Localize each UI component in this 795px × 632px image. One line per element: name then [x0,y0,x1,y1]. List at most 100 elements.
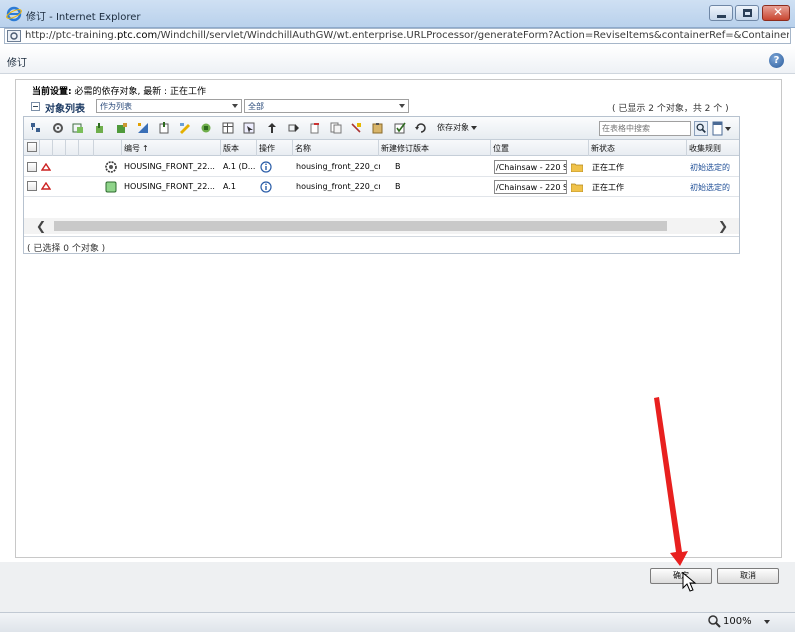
location-input[interactable]: /Chainsaw - 220 S [494,180,567,194]
add-green-icon[interactable] [116,122,128,134]
chevron-down-icon [232,104,238,108]
header-actions[interactable]: 操作 [256,140,292,156]
table-search-input[interactable] [600,122,690,135]
move-up-icon[interactable] [266,122,278,134]
header-new-revision[interactable]: 新建修订版本 [378,140,490,156]
table-view-icon[interactable] [222,122,234,134]
collapse-icon[interactable] [31,102,40,111]
header-name[interactable]: 名称 [292,140,378,156]
refresh-green-icon[interactable] [200,122,212,134]
row-name: housing_front_220_cn [296,162,380,171]
ok-button[interactable]: 确定 [650,568,712,584]
table-search-box[interactable] [599,121,691,136]
address-bar[interactable]: http://ptc-training.ptc.com/Windchill/se… [4,28,791,44]
status-triangle-icon [41,163,51,171]
chevron-down-icon [471,125,477,130]
expand-structure-icon[interactable] [30,122,42,134]
info-icon[interactable] [260,181,272,193]
info-icon[interactable] [260,161,272,173]
gear-part-icon [105,161,117,173]
zoom-level[interactable]: 100% [723,616,752,627]
address-url[interactable]: http://ptc-training.ptc.com/Windchill/se… [25,30,789,41]
table-header: 编号 ↑ 版本 操作 名称 新建修订版本 位置 新状态 收集规则 [24,140,739,156]
window-title: 修订 - Internet Explorer [26,12,141,23]
row-new-state: 正在工作 [592,163,624,172]
row-version: A.1 (D... [223,162,256,171]
select-grid-icon[interactable] [243,122,255,134]
row-number[interactable]: HOUSING_FRONT_22... [124,157,220,177]
header-col-share [78,140,92,156]
gear-icon[interactable] [52,122,64,134]
row-new-revision: B [395,162,401,171]
ie-icon [6,6,22,22]
maximize-button[interactable] [735,5,759,21]
add-part-icon[interactable] [94,122,106,134]
page-gear-icon [7,30,21,42]
row-new-state: 正在工作 [592,183,624,192]
help-icon[interactable]: ? [769,53,784,68]
zoom-icon[interactable] [707,614,721,628]
row-checkbox[interactable] [27,162,37,172]
folder-icon[interactable] [571,183,583,192]
object-count: ( 已显示 2 个对象，共 2 个 ) [612,104,729,114]
page-header: 修订 [0,46,795,74]
cut-icon[interactable] [350,122,362,134]
header-collection-rule[interactable]: 收集规则 [686,140,739,156]
add-document-icon[interactable] [158,122,170,134]
dependents-menu-label: 依存对象 [437,123,469,132]
close-window-button[interactable]: ✕ [762,5,790,21]
search-icon[interactable] [694,121,708,136]
location-input[interactable]: /Chainsaw - 220 S [494,160,567,174]
object-list-title: 对象列表 [45,104,85,115]
scroll-right-icon[interactable]: ❯ [718,219,728,233]
row-collection-rule[interactable]: 初始选定的 [690,157,738,177]
header-new-state[interactable]: 新状态 [588,140,686,156]
header-number[interactable]: 编号 ↑ [121,140,219,156]
cancel-button[interactable]: 取消 [717,568,779,584]
row-collection-rule[interactable]: 初始选定的 [690,177,738,197]
copy-icon[interactable] [330,122,342,134]
header-col-type [93,140,121,156]
refresh-icon[interactable] [415,122,427,134]
row-version: A.1 [223,182,236,191]
insert-icon[interactable] [288,122,300,134]
table-toolbar: 依存对象 [24,117,739,140]
filter-select[interactable]: 全部 [244,99,409,113]
header-location[interactable]: 位置 [490,140,588,156]
header-select-all [24,140,38,156]
status-bar [0,612,795,632]
scrollbar-thumb[interactable] [54,221,667,231]
table-row[interactable]: HOUSING_FRONT_22... A.1 housing_front_22… [24,177,739,197]
sort-ascending-icon: ↑ [142,144,149,153]
drawing-icon[interactable] [137,122,149,134]
minimize-button[interactable] [709,5,733,21]
paste-icon[interactable] [372,122,384,134]
row-name: housing_front_220_cn... [296,182,380,191]
filter-select-value: 全部 [248,102,264,111]
row-checkbox[interactable] [27,181,37,191]
scroll-left-icon[interactable]: ❮ [36,219,46,233]
status-triangle-icon [41,182,51,190]
chevron-down-icon[interactable] [764,620,770,624]
pencil-edit-icon[interactable] [179,122,191,134]
row-number[interactable]: HOUSING_FRONT_22... [124,177,220,197]
close-icon: ✕ [773,5,784,19]
part-icon [105,181,117,193]
table-row[interactable]: HOUSING_FRONT_22... A.1 (D... housing_fr… [24,157,739,177]
folder-icon[interactable] [571,163,583,172]
dependents-menu[interactable]: 依存对象 [437,122,477,133]
window-title-bar: 修订 - Internet Explorer ✕ [0,0,795,28]
settings-value: 必需的依存对象, 最新 : 正在工作 [71,87,206,97]
object-list-bar: 对象列表 作为列表 全部 ( 已显示 2 个对象，共 2 个 ) [28,98,740,116]
header-col-flag [52,140,64,156]
remove-icon[interactable] [309,122,321,134]
select-all-checkbox[interactable] [27,142,37,152]
horizontal-scrollbar[interactable]: ❮ ❯ [24,218,739,234]
header-version[interactable]: 版本 [220,140,256,156]
add-structure-icon[interactable] [72,122,84,134]
row-new-revision: B [395,182,401,191]
current-settings: 当前设置: 必需的依存对象, 最新 : 正在工作 [32,84,206,97]
column-chooser-icon[interactable] [712,121,732,136]
view-select[interactable]: 作为列表 [96,99,242,113]
checkout-icon[interactable] [394,122,406,134]
